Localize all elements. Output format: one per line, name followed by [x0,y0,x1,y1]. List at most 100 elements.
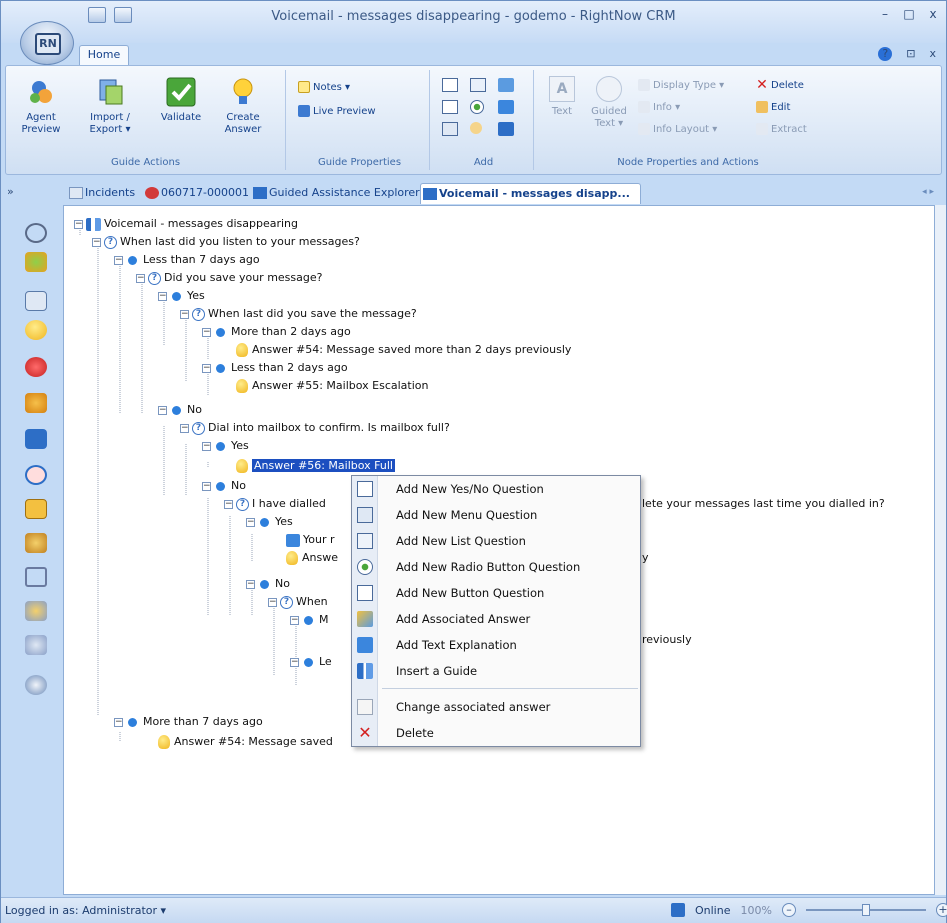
tree-node-response[interactable]: − No [158,402,202,418]
tab-voicemail-guide[interactable]: Voicemail - messages disapp... [420,183,641,204]
menu-add-text-explanation[interactable]: Add Text Explanation [352,632,640,658]
tree-node-answer[interactable]: Answer #54: Message saved more than 2 da… [236,342,571,358]
menu-delete[interactable]: ✕ Delete [352,720,640,746]
tree-node-question[interactable]: −? Did you save your message? [136,270,322,286]
collapse-icon[interactable]: − [202,363,211,373]
collapse-icon[interactable]: − [268,597,277,607]
collapse-icon[interactable]: − [180,423,189,433]
menu-add-menu-question[interactable]: Add New Menu Question [352,502,640,528]
logged-in-status[interactable]: Logged in as: Administrator ▾ [5,904,166,917]
collapse-icon[interactable]: − [202,327,211,337]
tree-node-response[interactable]: − Yes [246,514,293,530]
add-answer-icon[interactable] [498,78,514,92]
tree-node-response[interactable]: − Yes [202,438,249,454]
add-radio-question-icon[interactable] [470,100,484,114]
tree-node-response[interactable]: − M [290,612,329,628]
tree-node-answer[interactable]: Answer #55: Mailbox Escalation [236,378,429,394]
add-list-question-icon[interactable] [470,78,486,92]
tree-node-answer[interactable]: Answer #54: Message saved [158,734,333,750]
tab-incidents[interactable]: Incidents [67,183,135,204]
tree-node-response[interactable]: − More than 7 days ago [114,714,263,730]
vertical-scrollbar[interactable] [935,205,946,895]
collapse-icon[interactable]: − [246,517,255,527]
menu-add-yesno-question[interactable]: Add New Yes/No Question [352,476,640,502]
tree-node-response[interactable]: − No [246,576,290,592]
reports-icon[interactable] [25,252,47,272]
tab-scroll-arrows[interactable]: ◂ ▸ [922,187,934,197]
tools-icon[interactable] [25,567,47,587]
staff-icon[interactable] [25,533,47,553]
collapse-icon[interactable]: − [224,499,233,509]
collapse-icon[interactable]: − [246,579,255,589]
tree-node-response[interactable]: − Yes [158,288,205,304]
import-export-button[interactable]: Import / Export ▾ [80,76,140,136]
collapse-icon[interactable]: − [290,657,299,667]
collapse-icon[interactable]: − [290,615,299,625]
tree-node-answer[interactable]: Answe [286,550,338,566]
help-icon[interactable]: ? [878,47,893,61]
collapse-icon[interactable]: − [202,481,211,491]
analytics-icon[interactable] [25,675,47,695]
collapse-icon[interactable]: − [158,405,167,415]
menu-change-associated-answer[interactable]: Change associated answer [352,694,640,720]
tree-node-response[interactable]: − Le [290,654,332,670]
zoom-out-button[interactable]: – [781,903,796,917]
delete-node-button[interactable]: ✕ Delete [756,78,804,94]
collapse-icon[interactable]: − [74,219,83,229]
tree-node-text[interactable]: Your r [286,532,335,548]
add-text-explanation-icon[interactable] [498,100,514,114]
zoom-slider-thumb[interactable] [861,904,870,916]
tab-incident-060717[interactable]: 060717-000001 [143,183,249,204]
tree-node-guide[interactable]: − Voicemail - messages disappearing [74,216,298,232]
collapse-icon[interactable]: − [114,717,123,727]
maximize-button[interactable]: □ [902,7,916,21]
tree-node-response[interactable]: − Less than 7 days ago [114,252,260,268]
organizations-icon[interactable] [25,499,47,519]
menu-add-radio-question[interactable]: Add New Radio Button Question [352,554,640,580]
create-answer-button[interactable]: Create Answer [218,76,268,136]
close-doc-icon[interactable]: x [929,47,936,61]
collapse-icon[interactable]: − [114,255,123,265]
campaigns-icon[interactable] [25,429,47,449]
live-preview-button[interactable]: Live Preview [298,104,376,120]
incidents-nav-icon[interactable] [25,357,47,377]
insert-guide-icon[interactable] [498,122,514,136]
zoom-in-button[interactable]: + [935,903,947,917]
tab-guided-assistance-explorer[interactable]: Guided Assistance Explorer [251,183,420,204]
contacts-icon[interactable] [25,291,47,311]
configuration-icon[interactable] [25,635,47,655]
close-button[interactable]: x [926,7,940,21]
collapse-icon[interactable]: − [92,237,101,247]
save-close-icon[interactable] [114,7,132,23]
menu-add-button-question[interactable]: Add New Button Question [352,580,640,606]
menu-insert-guide[interactable]: Insert a Guide [352,658,640,684]
edit-node-button[interactable]: Edit [756,100,790,116]
tree-node-question[interactable]: −? When [268,594,328,610]
tree-node-response[interactable]: − Less than 2 days ago [202,360,348,376]
tree-node-question[interactable]: −? I have dialled [224,496,326,512]
add-menu-question-icon[interactable] [442,122,458,136]
collapse-chevron-icon[interactable]: » [7,185,14,198]
menu-add-associated-answer[interactable]: Add Associated Answer [352,606,640,632]
collapse-icon[interactable]: − [136,273,145,283]
search-nav-icon[interactable] [25,465,47,485]
add-button-question-icon[interactable] [442,78,458,92]
collapse-icon[interactable]: − [158,291,167,301]
answers-icon[interactable] [25,320,47,340]
opportunities-icon[interactable] [25,393,47,413]
menu-add-list-question[interactable]: Add New List Question [352,528,640,554]
tab-home[interactable]: Home [79,45,129,65]
tree-node-question[interactable]: −? Dial into mailbox to confirm. Is mailb… [180,420,450,436]
validate-button[interactable]: Validate [156,76,206,124]
tree-node-response[interactable]: − No [202,478,246,494]
save-icon[interactable] [88,7,106,23]
minimize-button[interactable]: – [878,7,892,21]
zoom-slider[interactable] [805,904,926,916]
restore-icon[interactable]: ⊡ [906,47,915,61]
add-yesno-question-icon[interactable] [442,100,458,114]
tree-node-answer-selected[interactable]: Answer #56: Mailbox Full [236,458,395,474]
users-icon[interactable] [25,601,47,621]
collapse-icon[interactable]: − [202,441,211,451]
app-menu-button[interactable]: RN [20,21,74,65]
tree-node-question[interactable]: −? When last did you save the message? [180,306,417,322]
